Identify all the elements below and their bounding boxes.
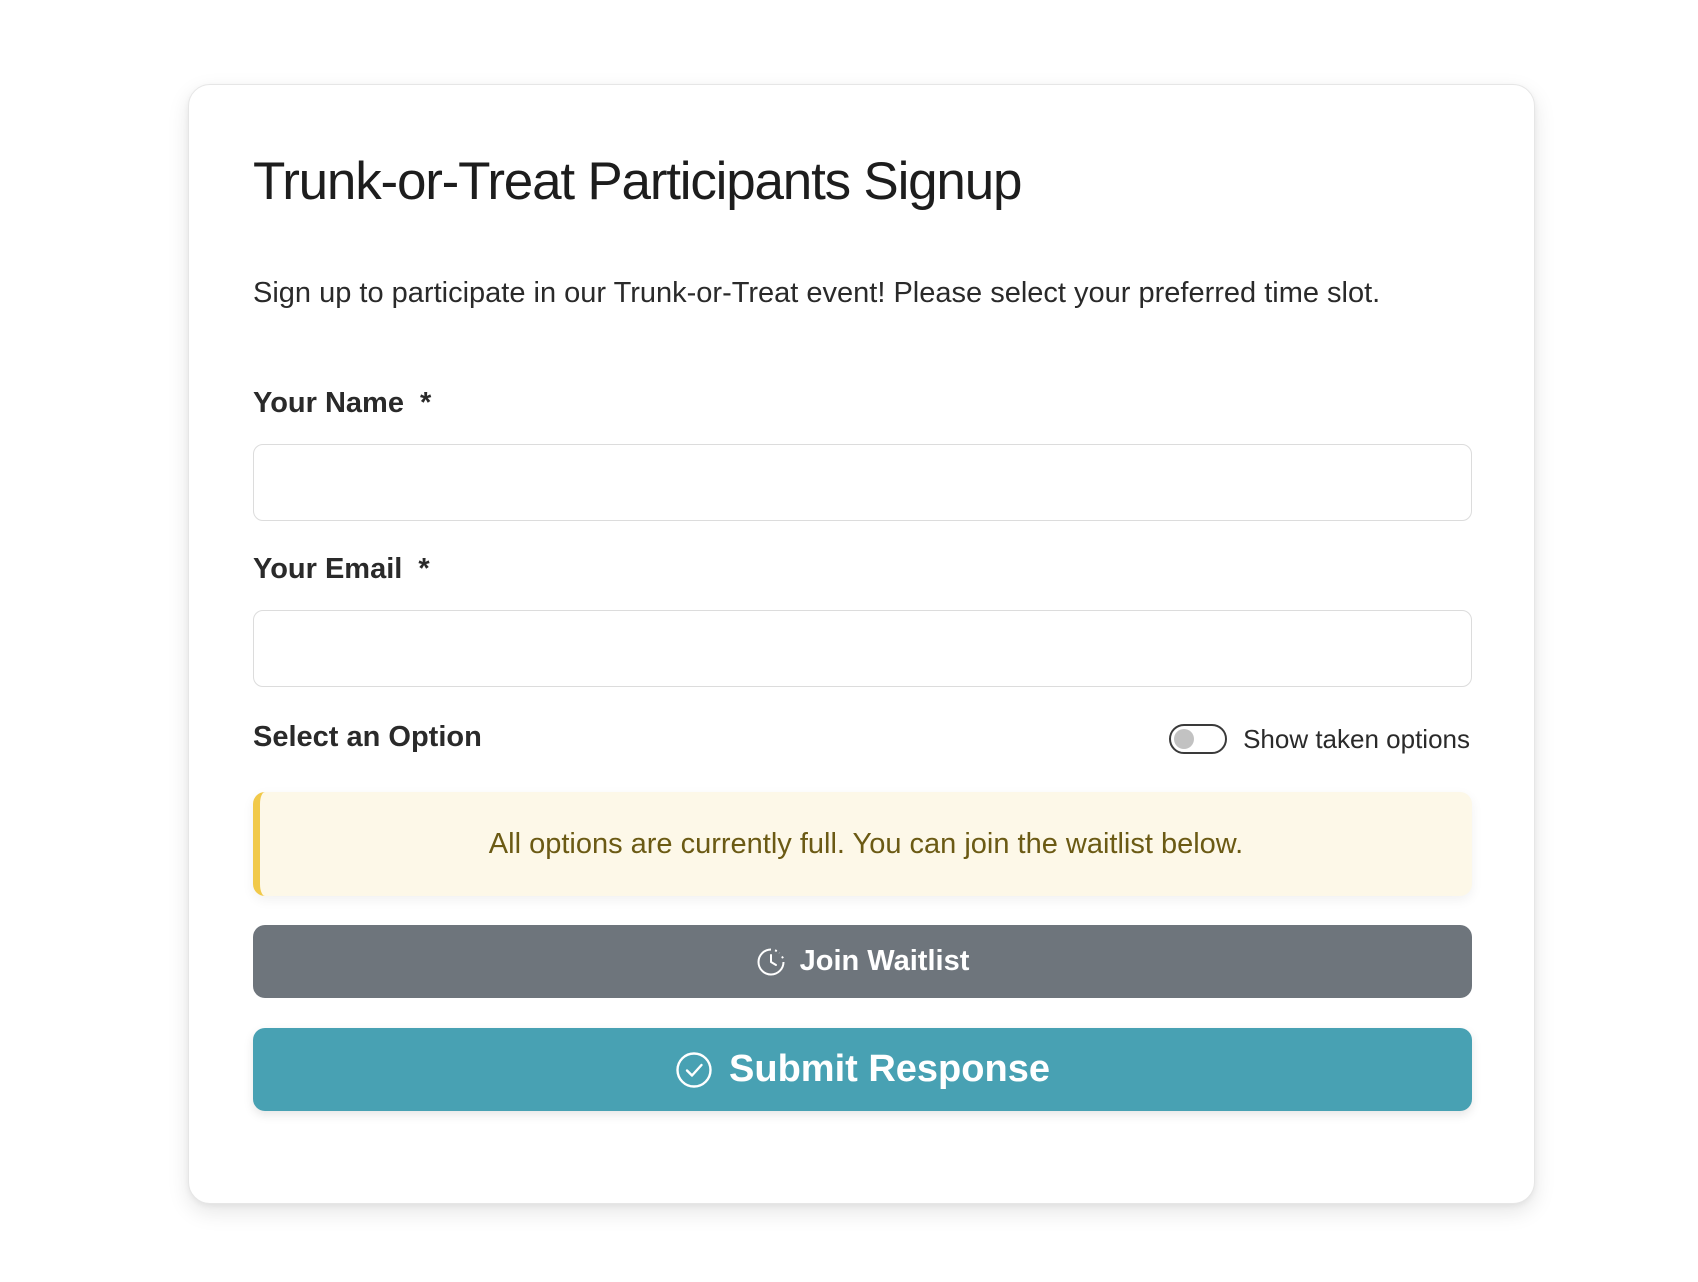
- name-input[interactable]: [253, 444, 1472, 521]
- select-option-label: Select an Option: [253, 721, 482, 753]
- clock-icon: [756, 947, 786, 977]
- email-label-text: Your Email: [253, 553, 403, 585]
- join-waitlist-button[interactable]: Join Waitlist: [253, 925, 1472, 998]
- required-marker: *: [419, 387, 432, 419]
- email-field-label: Your Email *: [253, 553, 430, 586]
- form-title: Trunk-or-Treat Participants Signup: [253, 152, 1022, 211]
- join-waitlist-label: Join Waitlist: [799, 945, 970, 977]
- submit-response-label: Submit Response: [729, 1048, 1050, 1090]
- form-description: Sign up to participate in our Trunk-or-T…: [253, 277, 1381, 309]
- signup-form-card: Trunk-or-Treat Participants Signup Sign …: [188, 84, 1535, 1204]
- check-circle-icon: [675, 1051, 713, 1089]
- email-input[interactable]: [253, 610, 1472, 687]
- show-taken-options-toggle[interactable]: Show taken options: [1169, 719, 1470, 759]
- alert-message: All options are currently full. You can …: [488, 827, 1244, 860]
- toggle-switch[interactable]: [1169, 724, 1228, 754]
- name-label-text: Your Name: [253, 387, 404, 419]
- submit-response-button[interactable]: Submit Response: [253, 1028, 1472, 1111]
- required-marker: *: [418, 553, 430, 585]
- toggle-label: Show taken options: [1243, 723, 1470, 754]
- options-full-alert: All options are currently full. You can …: [253, 792, 1472, 896]
- name-field-label: Your Name *: [253, 387, 431, 420]
- toggle-knob: [1174, 729, 1195, 749]
